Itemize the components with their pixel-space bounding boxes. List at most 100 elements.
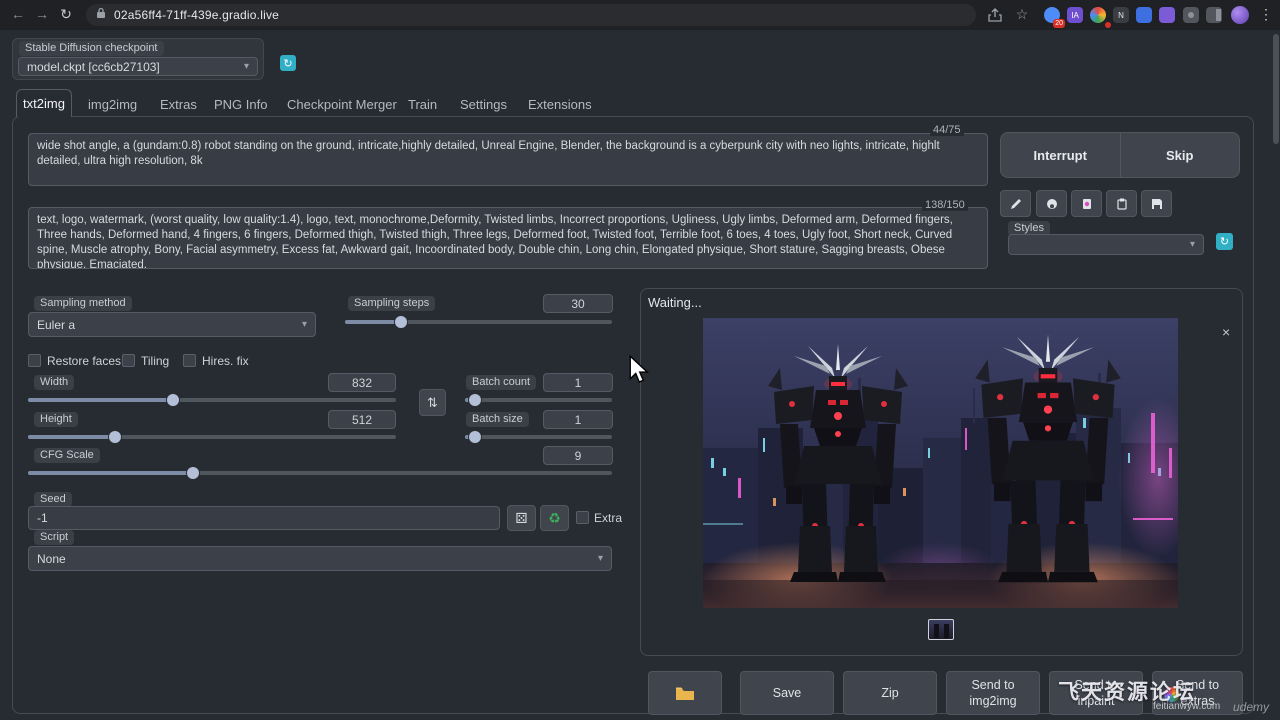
address-bar[interactable]: 02a56ff4-71ff-439e.gradio.live [86,4,976,26]
swap-dimensions-button[interactable]: ⇅ [419,389,446,416]
skip-button[interactable]: Skip [1121,133,1240,177]
style-card-button[interactable] [1071,190,1102,217]
slider-handle[interactable] [187,467,199,479]
width-input[interactable] [328,373,396,392]
sampling-method-dropdown[interactable]: Euler a ▾ [28,312,316,337]
slider-handle[interactable] [167,394,179,406]
extension-icon-3[interactable] [1090,7,1106,23]
prompt-input[interactable]: wide shot angle, a (gundam:0.8) robot st… [28,133,988,186]
palette-icon [1045,197,1059,211]
extension-icon-5[interactable] [1136,7,1152,23]
hires-fix-label: Hires. fix [202,354,249,368]
gallery-thumbnail[interactable] [928,619,954,640]
extra-seed-checkbox[interactable] [576,511,589,524]
script-dropdown[interactable]: None ▾ [28,546,612,571]
menu-icon[interactable]: ⋮ [1256,6,1276,23]
cfg-scale-input[interactable] [543,446,613,465]
sampling-method-label: Sampling method [34,296,132,311]
slider-handle[interactable] [395,316,407,328]
checkpoint-refresh-button[interactable]: ↻ [280,55,296,71]
restore-faces-checkbox[interactable] [28,354,41,367]
cfg-scale-label: CFG Scale [34,448,100,463]
interrupt-button[interactable]: Interrupt [1001,133,1120,177]
zip-button[interactable]: Zip [843,671,937,715]
save-style-button[interactable] [1141,190,1172,217]
batch-count-slider[interactable] [465,398,612,402]
chevron-down-icon: ▾ [598,553,603,564]
styles-refresh-button[interactable]: ↻ [1216,233,1233,250]
thumb-robot-2 [944,624,949,638]
batch-count-input[interactable] [543,373,613,392]
width-slider[interactable] [28,398,396,402]
tab-extensions[interactable]: Extensions [528,97,592,112]
save-button[interactable]: Save [740,671,834,715]
checkpoint-dropdown[interactable]: model.ckpt [cc6cb27103] ▾ [18,57,258,76]
lock-icon [96,6,106,24]
extension-badge: 20 [1053,19,1065,28]
dice-icon: ⚄ [515,510,527,527]
send-to-img2img-button[interactable]: Send to img2img [946,671,1040,715]
tab-txt2img-label: txt2img [23,96,65,111]
height-input[interactable] [328,410,396,429]
progress-status: Waiting... [648,295,702,310]
send-to-img2img-line2: img2img [969,693,1016,709]
recycle-icon: ♻ [548,510,561,527]
cfg-scale-slider[interactable] [28,471,612,475]
generated-image[interactable] [703,318,1178,608]
tab-extras[interactable]: Extras [160,97,197,112]
tab-img2img[interactable]: img2img [88,97,137,112]
palette-button[interactable] [1036,190,1067,217]
width-label: Width [34,375,74,390]
url-text[interactable]: 02a56ff4-71ff-439e.gradio.live [114,8,279,22]
watermark-site: feitianwyw.com [1153,701,1220,712]
height-slider[interactable] [28,435,396,439]
close-icon[interactable]: × [1222,324,1230,340]
tab-txt2img[interactable]: txt2img [16,89,72,117]
batch-size-slider[interactable] [465,435,612,439]
checkpoint-value: model.ckpt [cc6cb27103] [27,60,160,74]
seed-input[interactable] [28,506,500,530]
puzzle-extensions-icon[interactable] [1183,7,1199,23]
tab-settings[interactable]: Settings [460,97,507,112]
tab-checkpoint-merger[interactable]: Checkpoint Merger [287,97,397,112]
hires-fix-checkbox[interactable] [183,354,196,367]
extension-icon-4[interactable]: N [1113,7,1129,23]
extra-seed-label: Extra [594,511,622,525]
skip-label: Skip [1166,148,1193,163]
tab-png-info[interactable]: PNG Info [214,97,267,112]
back-icon[interactable]: ← [8,6,28,22]
share-icon[interactable] [988,8,1002,27]
scrollbar-thumb[interactable] [1273,34,1279,144]
seed-label: Seed [34,492,72,507]
paintbrush-button[interactable] [1000,190,1031,217]
clipboard-button[interactable] [1106,190,1137,217]
random-seed-button[interactable]: ⚄ [507,505,536,531]
sampling-method-value: Euler a [37,318,75,332]
extension-icon-1[interactable]: 20 [1044,7,1060,23]
tab-train[interactable]: Train [408,97,437,112]
negative-prompt-input[interactable]: text, logo, watermark, (worst quality, l… [28,207,988,269]
styles-dropdown[interactable]: ▾ [1008,234,1204,255]
sampling-steps-slider[interactable] [345,320,612,324]
side-panel-icon[interactable] [1206,7,1222,23]
reload-icon[interactable]: ↻ [56,6,76,23]
extension-icon-2[interactable]: IA [1067,7,1083,23]
tiling-checkbox[interactable] [122,354,135,367]
slider-handle[interactable] [109,431,121,443]
script-label: Script [34,530,74,545]
batch-size-input[interactable] [543,410,613,429]
reuse-seed-button[interactable]: ♻ [540,505,569,531]
sampling-steps-input[interactable] [543,294,613,313]
forward-icon[interactable]: → [32,6,52,22]
extension-icon-6[interactable] [1159,7,1175,23]
sampling-steps-label: Sampling steps [348,296,435,311]
profile-avatar[interactable] [1231,6,1249,24]
puzzle-knob [1188,12,1194,18]
mouse-cursor [628,355,650,390]
bookmark-star-icon[interactable]: ☆ [1012,6,1032,23]
slider-handle[interactable] [469,394,481,406]
save-label: Save [773,685,802,701]
folder-icon [675,686,695,701]
slider-handle[interactable] [469,431,481,443]
open-folder-button[interactable] [648,671,722,715]
